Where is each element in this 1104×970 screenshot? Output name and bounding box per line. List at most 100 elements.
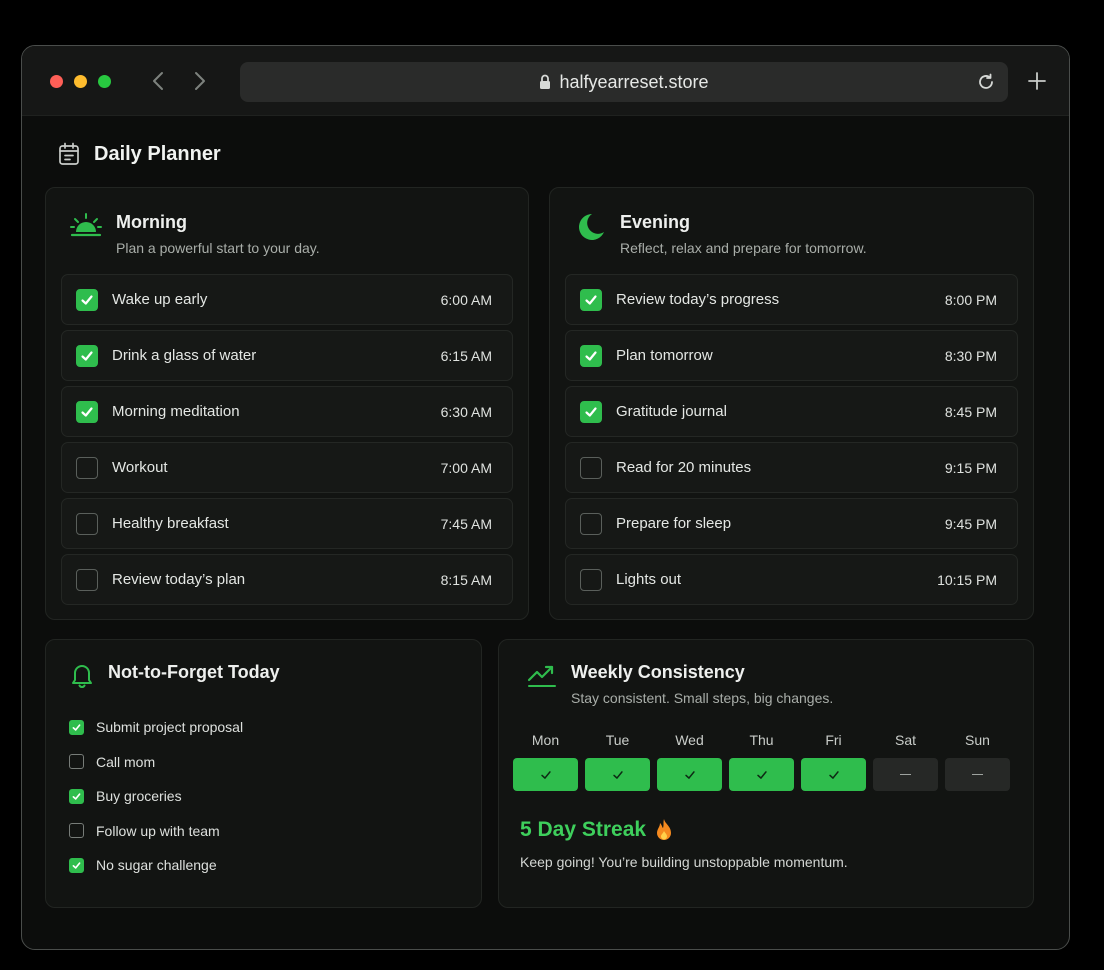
day-status[interactable]: [873, 758, 938, 791]
not-to-forget-list: Submit project proposal Call mom Buy gro…: [69, 710, 243, 883]
task-checkbox[interactable]: [76, 568, 98, 591]
item-checkbox[interactable]: [69, 719, 84, 735]
moon-icon: [579, 214, 604, 240]
task-row[interactable]: Morning meditation 6:30 AM: [61, 386, 513, 437]
task-row[interactable]: Wake up early 6:00 AM: [61, 274, 513, 325]
evening-header: Evening Reflect, relax and prepare for t…: [574, 212, 867, 256]
check-icon: [81, 406, 93, 417]
fire-icon: [657, 819, 672, 840]
check-icon: [81, 350, 93, 361]
evening-title: Evening: [620, 212, 691, 232]
check-icon: [684, 770, 695, 779]
task-row[interactable]: Plan tomorrow 8:30 PM: [565, 330, 1018, 381]
list-item[interactable]: Buy groceries: [69, 779, 243, 814]
check-icon: [612, 770, 623, 779]
trend-up-icon: [527, 665, 556, 687]
day-status[interactable]: [729, 758, 794, 791]
day-status[interactable]: [945, 758, 1010, 791]
evening-subtitle: Reflect, relax and prepare for tomorrow.: [620, 240, 867, 256]
item-checkbox[interactable]: [69, 823, 84, 839]
day-label: Thu: [749, 732, 774, 748]
reload-icon[interactable]: [976, 72, 996, 92]
task-checkbox[interactable]: [580, 512, 602, 535]
day-status[interactable]: [801, 758, 866, 791]
task-checkbox[interactable]: [580, 288, 602, 311]
weekly-subtitle: Stay consistent. Small steps, big change…: [571, 690, 834, 706]
day-status[interactable]: [585, 758, 650, 791]
page-header: Daily Planner: [58, 142, 221, 166]
day-sun: Sun: [945, 732, 1010, 791]
address-bar[interactable]: halfyearreset.store: [240, 62, 1008, 102]
task-checkbox[interactable]: [76, 512, 98, 535]
not-to-forget-header: Not-to-Forget Today: [70, 662, 280, 688]
not-to-forget-title: Not-to-Forget Today: [108, 662, 280, 682]
task-row[interactable]: Drink a glass of water 6:15 AM: [61, 330, 513, 381]
task-checkbox[interactable]: [76, 456, 98, 479]
day-mon: Mon: [513, 732, 578, 791]
item-label: Submit project proposal: [96, 719, 244, 736]
list-item[interactable]: No sugar challenge: [69, 848, 243, 883]
task-time: 9:45 PM: [944, 515, 997, 532]
task-checkbox[interactable]: [76, 400, 98, 423]
url-text: halfyearreset.store: [559, 71, 709, 92]
task-time: 9:15 PM: [944, 459, 997, 476]
item-checkbox[interactable]: [69, 754, 84, 770]
task-checkbox[interactable]: [580, 456, 602, 479]
task-label: Plan tomorrow: [616, 347, 713, 364]
check-icon: [585, 406, 597, 417]
minimize-window-button[interactable]: [74, 75, 87, 88]
check-icon: [72, 862, 81, 869]
item-checkbox[interactable]: [69, 857, 84, 873]
task-label: Prepare for sleep: [616, 515, 732, 532]
task-row[interactable]: Healthy breakfast 7:45 AM: [61, 498, 513, 549]
day-sat: Sat: [873, 732, 938, 791]
task-checkbox[interactable]: [580, 568, 602, 591]
task-checkbox[interactable]: [76, 288, 98, 311]
task-row[interactable]: Workout 7:00 AM: [61, 442, 513, 493]
item-checkbox[interactable]: [69, 788, 84, 804]
dash-icon: [900, 773, 911, 776]
new-tab-icon[interactable]: [1026, 70, 1048, 92]
task-label: Gratitude journal: [616, 403, 727, 420]
task-time: 8:15 AM: [440, 571, 492, 588]
list-item[interactable]: Call mom: [69, 745, 243, 780]
close-window-button[interactable]: [50, 75, 63, 88]
check-icon: [756, 770, 767, 779]
task-checkbox[interactable]: [580, 344, 602, 367]
streak-counter: 5 Day Streak: [520, 818, 674, 842]
task-row[interactable]: Review today’s plan 8:15 AM: [61, 554, 513, 605]
task-row[interactable]: Lights out 10:15 PM: [565, 554, 1018, 605]
zoom-window-button[interactable]: [98, 75, 111, 88]
check-icon: [828, 770, 839, 779]
task-time: 8:45 PM: [944, 403, 997, 420]
day-status[interactable]: [513, 758, 578, 791]
day-label: Fri: [825, 732, 842, 748]
chevron-right-icon: [195, 72, 205, 90]
task-row[interactable]: Read for 20 minutes 9:15 PM: [565, 442, 1018, 493]
day-label: Tue: [605, 732, 630, 748]
task-time: 6:15 AM: [440, 347, 492, 364]
day-label: Sat: [894, 732, 916, 748]
back-button[interactable]: [146, 68, 170, 94]
task-time: 8:00 PM: [944, 291, 997, 308]
check-icon: [72, 793, 81, 800]
check-icon: [81, 294, 93, 305]
day-status[interactable]: [657, 758, 722, 791]
browser-titlebar: halfyearreset.store: [22, 46, 1069, 116]
day-tue: Tue: [585, 732, 650, 791]
task-checkbox[interactable]: [580, 400, 602, 423]
task-label: Read for 20 minutes: [616, 459, 752, 476]
list-item[interactable]: Submit project proposal: [69, 710, 243, 745]
check-icon: [72, 724, 81, 731]
day-label: Wed: [675, 732, 704, 748]
forward-button[interactable]: [188, 68, 212, 94]
list-item[interactable]: Follow up with team: [69, 814, 243, 849]
task-row[interactable]: Gratitude journal 8:45 PM: [565, 386, 1018, 437]
streak-text: 5 Day Streak: [520, 818, 647, 841]
task-checkbox[interactable]: [76, 344, 98, 367]
browser-window: halfyearreset.store Daily Planner Mornin…: [21, 45, 1070, 950]
weekly-header: Weekly Consistency Stay consistent. Smal…: [527, 662, 833, 706]
task-row[interactable]: Prepare for sleep 9:45 PM: [565, 498, 1018, 549]
check-icon: [585, 350, 597, 361]
task-row[interactable]: Review today’s progress 8:00 PM: [565, 274, 1018, 325]
